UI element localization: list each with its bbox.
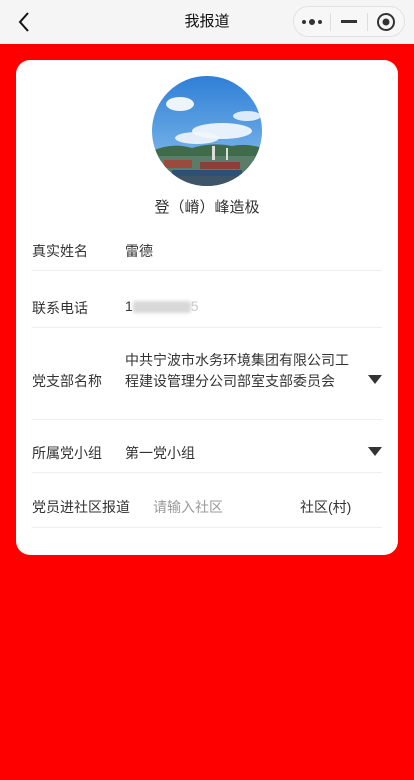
phone-masked-digits bbox=[132, 301, 191, 314]
avatar[interactable] bbox=[152, 76, 262, 186]
back-button[interactable] bbox=[10, 8, 38, 36]
more-dots-icon bbox=[302, 18, 322, 25]
phone-row: 联系电话 15 bbox=[32, 271, 382, 328]
more-button[interactable] bbox=[294, 7, 330, 36]
target-close-icon bbox=[377, 12, 395, 31]
party-branch-label: 党支部名称 bbox=[32, 373, 102, 389]
phone-prefix: 1 bbox=[125, 298, 133, 314]
report-card: 登（嵴）峰造极 真实姓名 雷德 联系电话 15 党支部名称 中共宁波市水务环境集… bbox=[16, 60, 398, 555]
community-report-row: 党员进社区报道 请输入社区 社区(村) bbox=[32, 473, 382, 528]
party-branch-row[interactable]: 党支部名称 中共宁波市水务环境集团有限公司工程建设管理分公司部室支部委员会 bbox=[32, 328, 382, 420]
phone-value[interactable]: 15 bbox=[125, 298, 199, 314]
phone-suffix: 5 bbox=[190, 298, 199, 314]
avatar-landscape-image bbox=[152, 76, 262, 186]
real-name-value[interactable]: 雷德 bbox=[125, 241, 153, 261]
user-nickname: 登（嵴）峰造极 bbox=[154, 199, 260, 216]
real-name-label: 真实姓名 bbox=[32, 243, 88, 259]
minimize-button[interactable] bbox=[331, 7, 367, 36]
community-suffix: 社区(村) bbox=[300, 499, 352, 515]
party-group-value[interactable]: 第一党小组 bbox=[125, 443, 195, 463]
chevron-left-icon bbox=[18, 12, 29, 32]
navigation-bar: 我报道 bbox=[0, 0, 414, 44]
party-group-label: 所属党小组 bbox=[32, 445, 102, 461]
group-dropdown-arrow-icon[interactable] bbox=[368, 447, 382, 456]
community-report-label: 党员进社区报道 bbox=[32, 499, 130, 515]
mini-program-capsule bbox=[293, 6, 405, 37]
party-group-row[interactable]: 所属党小组 第一党小组 bbox=[32, 420, 382, 473]
community-input[interactable]: 请输入社区 bbox=[153, 497, 223, 517]
branch-dropdown-arrow-icon[interactable] bbox=[368, 375, 382, 384]
close-miniprogram-button[interactable] bbox=[368, 7, 404, 36]
real-name-row: 真实姓名 雷德 bbox=[32, 228, 382, 271]
minus-icon bbox=[341, 19, 357, 23]
phone-label: 联系电话 bbox=[32, 300, 88, 316]
party-branch-value[interactable]: 中共宁波市水务环境集团有限公司工程建设管理分公司部室支部委员会 bbox=[125, 350, 357, 392]
